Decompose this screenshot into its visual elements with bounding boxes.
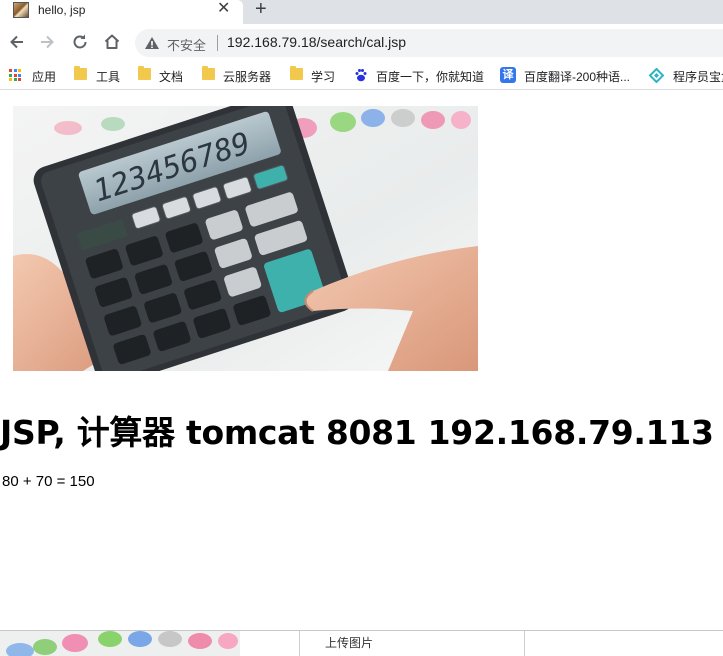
tab-title: hello, jsp: [38, 3, 86, 17]
forward-arrow-icon[interactable]: [37, 32, 57, 52]
upload-image-button[interactable]: 上传图片: [325, 634, 373, 651]
bookmark-label: 应用: [32, 70, 57, 84]
tab-strip: hello, jsp ✕ +: [0, 0, 723, 24]
tab-active[interactable]: hello, jsp ✕: [0, 0, 243, 24]
close-icon[interactable]: ✕: [217, 1, 230, 17]
new-tab-button[interactable]: +: [255, 0, 267, 20]
baidu-paw-icon: [354, 68, 368, 85]
bottom-bar: 上传图片: [0, 630, 723, 656]
bookmarks-bar: 应用 工具 文档 云服务器 学习 百度一下，你就知道 译 百度翻译-200种语.…: [0, 61, 723, 90]
security-status-label[interactable]: 不安全: [167, 35, 206, 54]
bookmark-label: 文档: [159, 70, 184, 84]
warning-icon[interactable]: [144, 36, 160, 55]
url-text[interactable]: 192.168.79.18/search/cal.jsp: [227, 34, 406, 50]
calculation-result: 80 + 70 = 150: [2, 473, 95, 490]
bookmark-label: 学习: [311, 70, 336, 84]
bookmark-label: 百度翻译-200种语...: [524, 70, 631, 84]
divider: [299, 631, 300, 656]
page-content: 123456789 JSP, 计算器 tomcat 8081 192.168.7…: [0, 90, 723, 630]
folder-icon: [202, 66, 215, 80]
folder-icon: [138, 66, 151, 80]
address-bar[interactable]: 不安全 192.168.79.18/search/cal.jsp: [135, 29, 723, 57]
translate-icon: 译: [500, 67, 516, 83]
apps-grid-icon: [9, 69, 21, 81]
omnibox-divider: [217, 35, 218, 51]
back-arrow-icon[interactable]: [7, 32, 27, 52]
jsp-favicon-icon: [13, 2, 29, 18]
page-heading: JSP, 计算器 tomcat 8081 192.168.79.113: [0, 413, 714, 452]
browser-toolbar: 不安全 192.168.79.18/search/cal.jsp: [0, 24, 723, 61]
folder-icon: [290, 66, 303, 80]
calculator-photo: 123456789: [13, 106, 478, 371]
bookmark-label: 百度一下，你就知道: [376, 70, 485, 84]
reload-icon[interactable]: [70, 32, 90, 52]
diamond-icon: [648, 67, 665, 86]
thumbnail-image[interactable]: [0, 631, 240, 656]
divider: [524, 631, 525, 656]
bookmark-label: 云服务器: [223, 70, 272, 84]
folder-icon: [74, 66, 87, 80]
bookmark-label: 程序员宝盒: [673, 70, 723, 84]
home-icon[interactable]: [102, 32, 122, 52]
bookmark-label: 工具: [96, 70, 121, 84]
